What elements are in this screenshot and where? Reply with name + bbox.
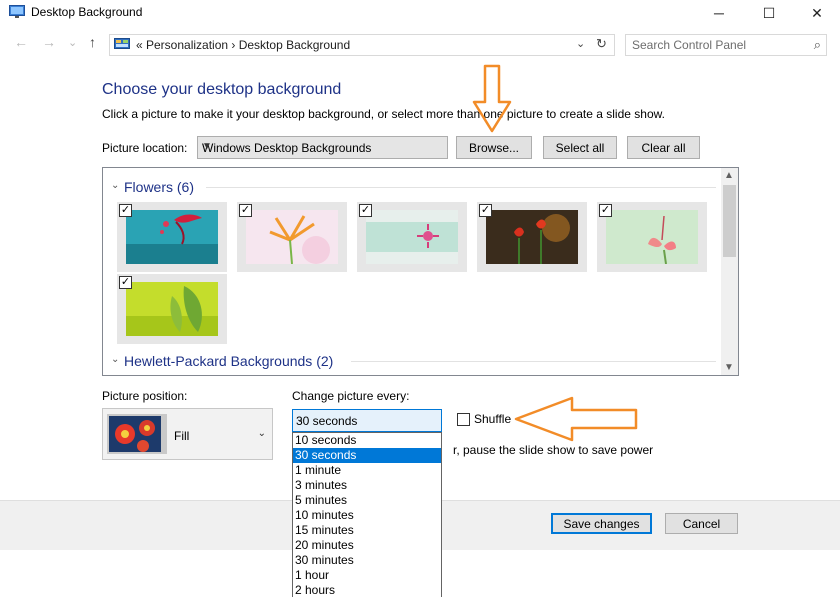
- flower-wallpaper-image: [606, 210, 698, 264]
- wallpaper-thumbnail[interactable]: ✓: [117, 274, 227, 344]
- annotation-down-arrow-icon: [472, 64, 512, 133]
- battery-option-text[interactable]: r, pause the slide show to save power: [453, 443, 653, 457]
- position-preview-image: [107, 414, 167, 454]
- picture-position-value: Fill: [174, 429, 190, 443]
- dropdown-option[interactable]: 30 minutes: [293, 553, 441, 568]
- wallpaper-thumbnail[interactable]: ✓: [117, 202, 227, 272]
- wallpaper-thumbnail[interactable]: ✓: [597, 202, 707, 272]
- page-description: Click a picture to make it your desktop …: [102, 107, 665, 121]
- picture-position-select[interactable]: Fill ⌄: [102, 408, 273, 460]
- search-box[interactable]: ⌕: [625, 34, 827, 56]
- search-input[interactable]: [632, 38, 802, 52]
- change-picture-select[interactable]: 30 seconds ⌄: [292, 409, 442, 432]
- checkbox-checked[interactable]: ✓: [119, 276, 132, 289]
- flower-wallpaper-image: [126, 210, 218, 264]
- control-panel-icon: [114, 38, 130, 49]
- dropdown-option[interactable]: 15 minutes: [293, 523, 441, 538]
- group-header-flowers[interactable]: Flowers (6): [124, 179, 194, 195]
- change-picture-label: Change picture every:: [292, 389, 410, 403]
- checkbox-checked[interactable]: ✓: [239, 204, 252, 217]
- search-icon[interactable]: ⌕: [814, 37, 821, 53]
- group-divider: [206, 187, 716, 188]
- desktop-background-app-icon: [9, 5, 25, 18]
- maximize-button[interactable]: ☐: [746, 0, 792, 26]
- shuffle-label: Shuffle: [474, 412, 512, 426]
- chevron-down-icon: ⌄: [296, 414, 305, 425]
- flower-wallpaper-image: [366, 210, 458, 264]
- up-arrow-icon[interactable]: ↑: [89, 34, 96, 50]
- leaf-wallpaper-image: [126, 282, 218, 336]
- scrollbar-thumb[interactable]: [723, 185, 736, 257]
- browse-button[interactable]: Browse...: [456, 136, 532, 159]
- maximize-icon: ☐: [762, 4, 776, 21]
- group-header-hewlett-packard[interactable]: Hewlett-Packard Backgrounds (2): [124, 353, 333, 369]
- collapse-group-chevron-icon[interactable]: ⌄: [111, 354, 119, 365]
- change-picture-dropdown-list[interactable]: 10 seconds 30 seconds 1 minute 3 minutes 5 m…: [292, 432, 442, 597]
- checkbox-checked[interactable]: ✓: [479, 204, 492, 217]
- flower-wallpaper-image: [486, 210, 578, 264]
- dropdown-option[interactable]: 30 seconds: [293, 448, 441, 463]
- address-dropdown-chevron-icon[interactable]: ⌄: [576, 37, 585, 50]
- back-arrow-icon[interactable]: ←: [14, 34, 28, 50]
- clear-all-button[interactable]: Clear all: [627, 136, 700, 159]
- close-icon: ✕: [811, 4, 823, 21]
- group-divider: [351, 361, 716, 362]
- dropdown-option[interactable]: 20 minutes: [293, 538, 441, 553]
- recent-locations-chevron-icon[interactable]: ⌄: [68, 36, 77, 49]
- picture-location-label: Picture location:: [102, 141, 188, 155]
- scroll-down-icon[interactable]: ▼: [724, 362, 734, 373]
- breadcrumb[interactable]: « Personalization › Desktop Background: [136, 38, 350, 52]
- title-bar: Desktop Background ─ ☐ ✕: [0, 0, 840, 26]
- minimize-icon: ─: [714, 5, 724, 21]
- checkbox-checked[interactable]: ✓: [599, 204, 612, 217]
- chevron-down-icon: ▼: [202, 141, 212, 152]
- flower-wallpaper-image: [246, 210, 338, 264]
- dropdown-option[interactable]: 1 hour: [293, 568, 441, 583]
- dropdown-option[interactable]: 1 minute: [293, 463, 441, 478]
- address-bar[interactable]: « Personalization › Desktop Background ⌄…: [109, 34, 615, 56]
- dropdown-option[interactable]: 10 minutes: [293, 508, 441, 523]
- wallpaper-thumbnail[interactable]: ✓: [237, 202, 347, 272]
- save-changes-button[interactable]: Save changes: [551, 513, 652, 534]
- picture-gallery[interactable]: ⌄ Flowers (6) ✓ ✓ ✓ ✓ ✓ ✓ ⌄ Hewlett-Pack…: [102, 167, 739, 376]
- picture-location-select[interactable]: Windows Desktop Backgrounds ▼: [197, 136, 448, 159]
- gallery-scrollbar[interactable]: ▲ ▼: [721, 168, 738, 375]
- collapse-group-chevron-icon[interactable]: ⌄: [111, 180, 119, 191]
- dropdown-option[interactable]: 2 hours: [293, 583, 441, 597]
- checkbox-checked[interactable]: ✓: [119, 204, 132, 217]
- wallpaper-thumbnail[interactable]: ✓: [357, 202, 467, 272]
- dropdown-option[interactable]: 5 minutes: [293, 493, 441, 508]
- scroll-up-icon[interactable]: ▲: [724, 170, 734, 181]
- wallpaper-thumbnail[interactable]: ✓: [477, 202, 587, 272]
- shuffle-checkbox[interactable]: Shuffle: [457, 412, 511, 426]
- picture-position-label: Picture position:: [102, 389, 188, 403]
- window-title: Desktop Background: [31, 5, 143, 19]
- select-all-button[interactable]: Select all: [543, 136, 617, 159]
- chevron-down-icon: ⌄: [257, 428, 266, 439]
- minimize-button[interactable]: ─: [696, 0, 742, 26]
- refresh-icon[interactable]: ↻: [596, 36, 607, 52]
- close-button[interactable]: ✕: [794, 0, 840, 26]
- page-heading: Choose your desktop background: [102, 81, 342, 98]
- annotation-left-arrow-icon: [514, 396, 638, 442]
- dropdown-option[interactable]: 10 seconds: [293, 433, 441, 448]
- dropdown-option[interactable]: 3 minutes: [293, 478, 441, 493]
- cancel-button[interactable]: Cancel: [665, 513, 738, 534]
- shuffle-box[interactable]: [457, 412, 470, 426]
- forward-arrow-icon[interactable]: →: [42, 34, 56, 50]
- checkbox-checked[interactable]: ✓: [359, 204, 372, 217]
